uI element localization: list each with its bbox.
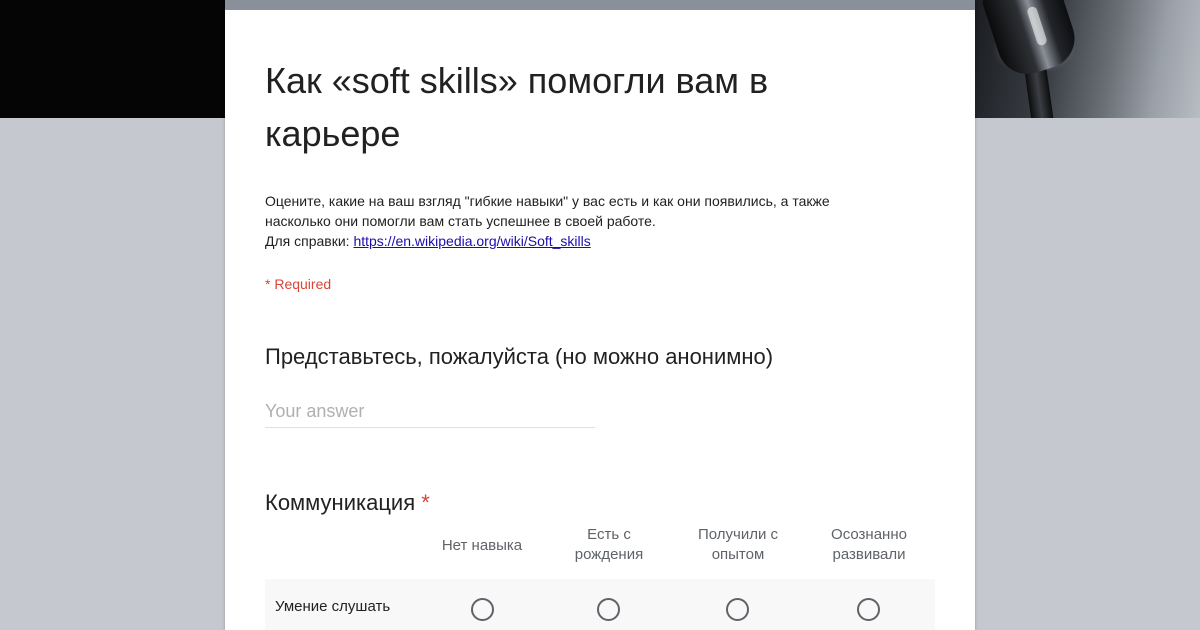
wikipedia-link[interactable]: https://en.wikipedia.org/wiki/Soft_skill… [353,233,590,249]
radio-deliberately-developed[interactable] [857,598,880,621]
name-answer-input[interactable] [265,396,595,428]
required-star: * [421,490,430,515]
form-description: Оцените, какие на ваш взгляд "гибкие нав… [265,191,925,251]
row-label-listening: Умение слушать [275,598,391,615]
radio-from-experience[interactable] [726,598,749,621]
question-communication-title: Коммуникация * [265,488,430,518]
reference-label: Для справки: [265,233,354,249]
form-title: Как «soft skills» помогли вам в карьере [265,60,769,154]
radio-from-birth[interactable] [597,598,620,621]
microphone-header-image [974,0,1200,118]
question-name-title: Представьтесь, пожалуйста (но можно анон… [265,344,774,369]
description-line-2: насколько они помогли вам стать успешнее… [265,213,656,229]
grid-row-listening: Умение слушать [265,579,935,630]
column-header-from-birth: Есть с рождения [574,526,644,563]
question-communication-label: Коммуникация [265,490,416,515]
column-header-no-skill: Нет навыка [441,537,523,554]
description-line-1: Оцените, какие на ваш взгляд "гибкие нав… [265,193,830,209]
form-card: Как «soft skills» помогли вам в карьере … [225,0,975,630]
column-header-deliberately-developed: Осознанно развивали [831,526,907,563]
reference-line: Для справки: https://en.wikipedia.org/wi… [265,231,925,251]
radio-no-skill[interactable] [471,598,494,621]
required-note: * Required [265,276,332,292]
column-header-from-experience: Получили с опытом [697,526,779,563]
